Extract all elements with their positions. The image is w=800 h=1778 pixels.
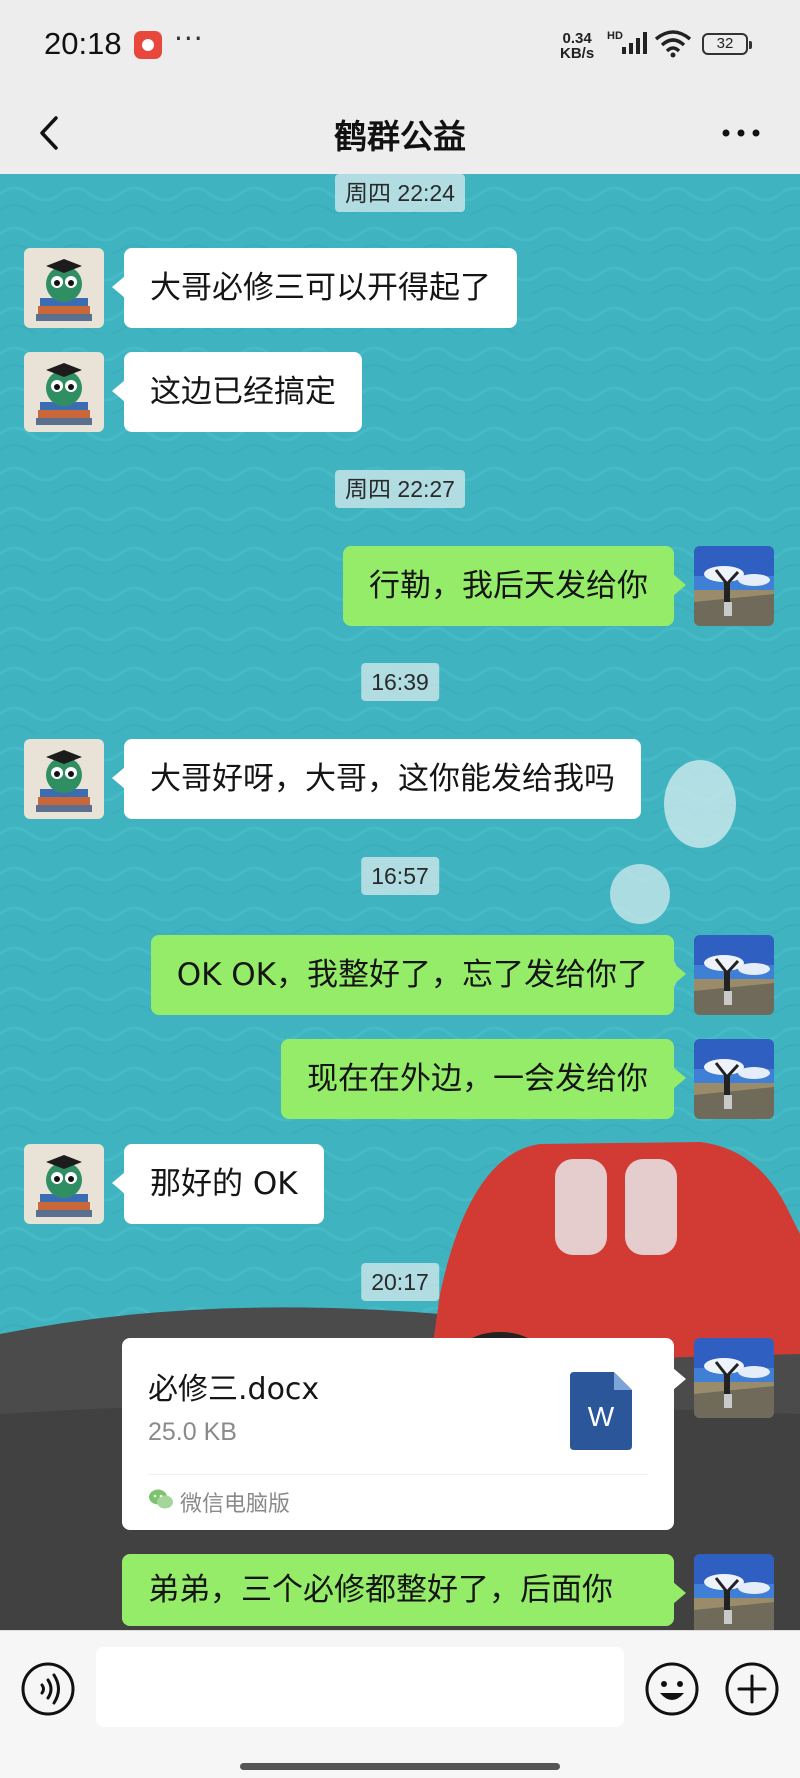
timestamp: 周四 22:24 xyxy=(335,174,465,212)
file-source-label: 微信电脑版 xyxy=(180,1492,291,1517)
message-input-bar xyxy=(0,1630,800,1778)
owl-graduate-icon xyxy=(24,352,104,432)
sent-message-bubble[interactable]: OK OK，我整好了，忘了发给你了 xyxy=(150,935,687,1015)
timestamp: 16:39 xyxy=(361,663,439,701)
notification-app-icon xyxy=(134,31,162,59)
wechat-logo-icon xyxy=(149,1489,173,1509)
word-doc-icon: W xyxy=(570,1372,632,1450)
status-bar: 20:18 ··· 0.34 KB/s HD 32 xyxy=(0,0,800,92)
emoji-button[interactable] xyxy=(644,1661,700,1721)
timestamp: 周四 22:27 xyxy=(335,470,465,508)
owl-graduate-icon xyxy=(24,248,104,328)
landscape-photo-icon xyxy=(694,935,774,1015)
sent-message-bubble[interactable]: 弟弟，三个必修都整好了，后面你 xyxy=(122,1554,686,1626)
chat-message-list[interactable]: 周四 22:24 周四 22:27 16:39 16:57 20:17 大哥必修… xyxy=(0,174,800,1630)
timestamp: 20:17 xyxy=(361,1263,439,1301)
file-name: 必修三.docx xyxy=(148,1372,320,1407)
received-message-bubble[interactable]: 那好的 OK xyxy=(112,1144,324,1224)
more-functions-button[interactable] xyxy=(724,1661,780,1721)
status-more-indicator: ··· xyxy=(174,22,204,55)
my-avatar[interactable] xyxy=(694,1554,774,1630)
plus-icon xyxy=(725,1662,779,1716)
network-speed: 0.34 KB/s xyxy=(560,31,594,61)
sent-message-bubble[interactable]: 行勒，我后天发给你 xyxy=(343,546,686,626)
chat-title: 鹤群公益 xyxy=(334,117,466,156)
voice-input-button[interactable] xyxy=(20,1661,76,1721)
landscape-photo-icon xyxy=(694,546,774,626)
battery-indicator: 32 xyxy=(702,33,752,55)
more-dots-icon xyxy=(722,129,760,137)
file-card-divider xyxy=(148,1474,648,1475)
file-message-card[interactable]: 必修三.docx 25.0 KB W 微信电脑版 xyxy=(122,1338,686,1530)
contact-avatar[interactable] xyxy=(24,352,104,432)
my-avatar[interactable] xyxy=(694,1338,774,1418)
voice-icon xyxy=(21,1662,75,1716)
received-message-bubble[interactable]: 大哥必修三可以开得起了 xyxy=(112,248,517,328)
word-doc-letter: W xyxy=(588,1401,615,1432)
cell-signal-icon xyxy=(622,32,647,54)
wechat-chat-screen: 20:18 ··· 0.34 KB/s HD 32 鹤群公益 周四 22:24 … xyxy=(0,0,800,1778)
received-message-bubble[interactable]: 这边已经搞定 xyxy=(112,352,362,432)
emoji-icon xyxy=(645,1662,699,1716)
home-indicator[interactable] xyxy=(240,1763,560,1770)
status-time: 20:18 xyxy=(44,26,122,61)
sent-message-bubble[interactable]: 现在在外边，一会发给你 xyxy=(281,1039,686,1119)
wifi-icon xyxy=(654,30,692,58)
network-speed-value: 0.34 xyxy=(562,30,592,47)
message-text-input[interactable] xyxy=(96,1647,624,1727)
hd-label: HD xyxy=(607,30,623,42)
received-message-bubble[interactable]: 大哥好呀，大哥，这你能发给我吗 xyxy=(112,739,641,819)
chat-header: 鹤群公益 xyxy=(0,92,800,174)
my-avatar[interactable] xyxy=(694,1039,774,1119)
landscape-photo-icon xyxy=(694,1039,774,1119)
contact-avatar[interactable] xyxy=(24,1144,104,1224)
my-avatar[interactable] xyxy=(694,935,774,1015)
timestamp: 16:57 xyxy=(361,857,439,895)
owl-graduate-icon xyxy=(24,739,104,819)
landscape-photo-icon xyxy=(694,1554,774,1630)
contact-avatar[interactable] xyxy=(24,739,104,819)
landscape-photo-icon xyxy=(694,1338,774,1418)
network-speed-unit: KB/s xyxy=(560,45,595,62)
more-options-button[interactable] xyxy=(716,110,766,156)
contact-avatar[interactable] xyxy=(24,248,104,328)
my-avatar[interactable] xyxy=(694,546,774,626)
owl-graduate-icon xyxy=(24,1144,104,1224)
file-size: 25.0 KB xyxy=(148,1418,237,1446)
